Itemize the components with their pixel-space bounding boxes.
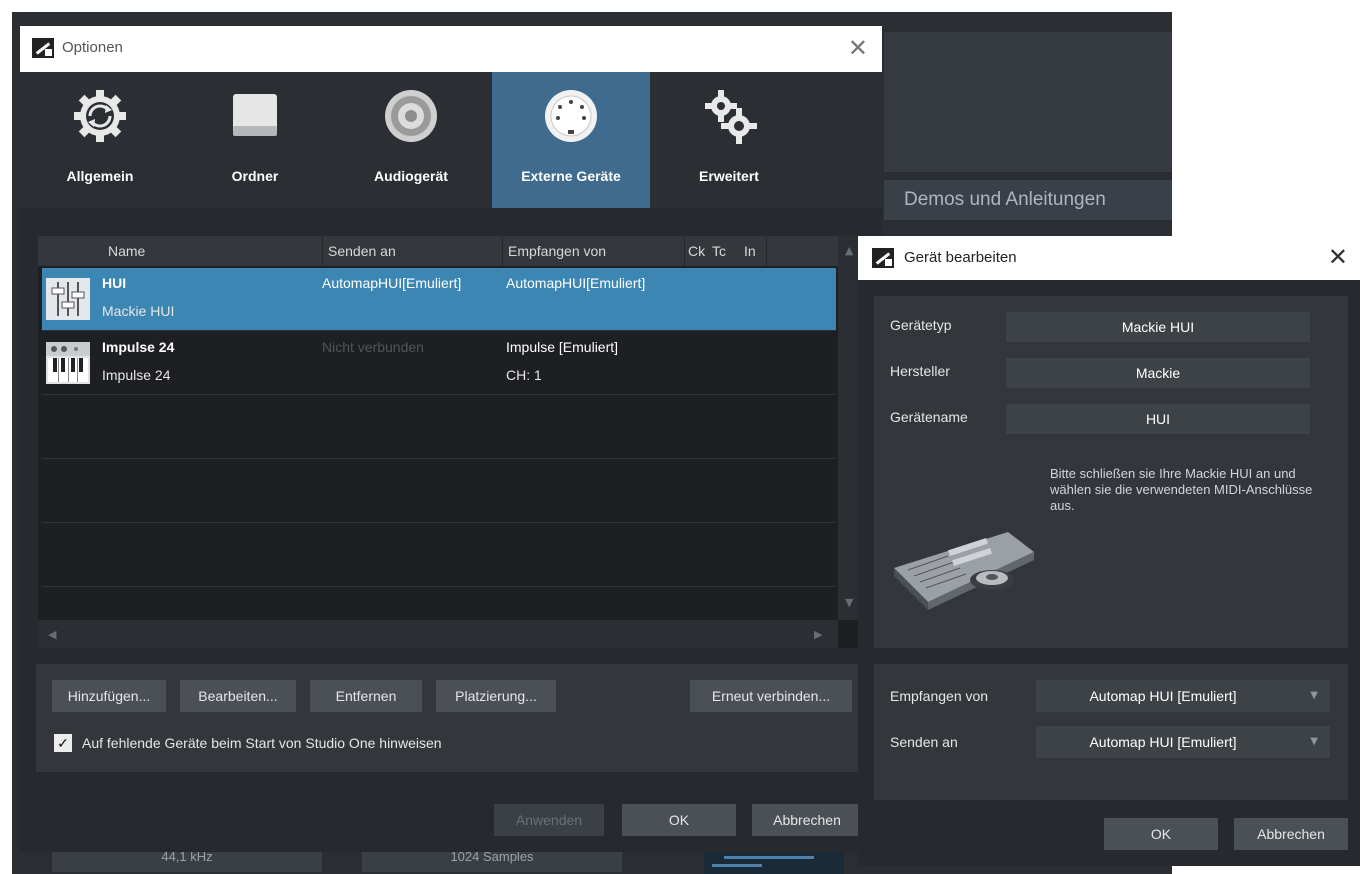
fader-icon [46,278,90,320]
tab-label: Ordner [231,168,279,184]
device-name-label: Gerätename [890,409,968,425]
tab-ordner[interactable]: Ordner [180,72,330,208]
options-tabbar: Allgemein Ordner Audiogerät Externe Gerä… [20,72,882,208]
drive-icon [233,94,277,136]
gears-icon [705,90,757,144]
studio-one-logo-icon [32,38,54,58]
apply-button[interactable]: Anwenden [494,804,604,836]
tab-label: Externe Geräte [521,168,621,184]
scroll-right-icon[interactable]: ▶ [814,628,822,641]
device-name: Impulse 24 [102,339,175,355]
device-send: AutomapHUI[Emuliert] [322,275,462,291]
speaker-icon [385,90,437,142]
receive-from-select[interactable]: Automap HUI [Emuliert] ▼ [1036,680,1330,712]
remove-device-button[interactable]: Entfernen [310,680,422,712]
connection-hint: Bitte schließen sie Ihre Mackie HUI an u… [1050,466,1313,513]
tab-erweitert[interactable]: Erweitert [650,72,808,208]
placement-button[interactable]: Platzierung... [436,680,556,712]
tab-audiogeraet[interactable]: Audiogerät [330,72,492,208]
device-model: Impulse 24 [102,367,171,383]
device-type-field[interactable]: Mackie HUI [1006,312,1310,342]
edit-device-dialog: Gerät bearbeiten ✕ Gerätetyp Mackie HUI … [858,236,1360,866]
edit-titlebar: Gerät bearbeiten ✕ [858,236,1360,280]
device-name-field[interactable]: HUI [1006,404,1310,434]
tab-externe-geraete[interactable]: Externe Geräte [492,72,650,208]
receive-from-label: Empfangen von [890,688,989,704]
device-row-hui[interactable]: HUI Mackie HUI AutomapHUI[Emuliert] Auto… [42,268,836,330]
add-device-button[interactable]: Hinzufügen... [52,680,166,712]
col-receive[interactable]: Empfangen von [508,243,606,259]
close-icon[interactable]: ✕ [848,36,868,60]
device-type-label: Gerätetyp [890,317,952,333]
scroll-left-icon[interactable]: ◀ [48,628,56,641]
midi-port-icon [545,90,597,142]
send-to-label: Senden an [890,734,958,750]
studio-one-logo-icon [872,248,894,268]
gear-refresh-icon [74,90,126,142]
dialog-title: Gerät bearbeiten [904,249,1017,266]
mackie-hui-controller-image [894,532,1034,610]
scroll-up-icon[interactable]: ▲ [845,244,853,257]
device-name: HUI [102,275,127,291]
tab-label: Erweitert [699,168,759,184]
send-to-select[interactable]: Automap HUI [Emuliert] ▼ [1036,726,1330,758]
device-model: Mackie HUI [102,303,175,319]
chevron-down-icon: ▼ [1310,690,1318,701]
notify-missing-checkbox[interactable]: ✓ [54,734,72,752]
col-tc[interactable]: Tc [712,243,726,259]
device-actions-panel: Hinzufügen... Bearbeiten... Entfernen Pl… [36,664,864,772]
reconnect-button[interactable]: Erneut verbinden... [690,680,852,712]
demos-header[interactable]: Demos und Anleitungen [884,180,1172,220]
manufacturer-label: Hersteller [890,363,950,379]
device-send: Nicht verbunden [322,339,424,355]
receive-from-value: Automap HUI [Emuliert] [1089,688,1237,704]
device-receive: AutomapHUI[Emuliert] [506,275,646,291]
horizontal-scrollbar[interactable]: ◀ ▶ [38,620,838,648]
device-properties-panel: Gerätetyp Mackie HUI Hersteller Mackie G… [874,296,1348,648]
keyboard-icon [46,342,90,384]
options-titlebar: Optionen ✕ [20,26,882,72]
ok-button[interactable]: OK [622,804,736,836]
scroll-down-icon[interactable]: ▼ [845,596,853,609]
tab-label: Allgemein [66,168,134,184]
window-title: Optionen [62,39,123,56]
col-in[interactable]: In [744,243,756,259]
background-panel [884,32,1172,172]
options-window: Optionen ✕ Allgemein Ordner Audiogerät E… [20,26,882,852]
tab-label: Audiogerät [374,168,448,184]
dialog-ok-button[interactable]: OK [1104,818,1218,850]
col-name[interactable]: Name [108,243,145,259]
tab-allgemein[interactable]: Allgemein [20,72,180,208]
cancel-button[interactable]: Abbrechen [752,804,862,836]
chevron-down-icon: ▼ [1310,736,1318,747]
send-to-value: Automap HUI [Emuliert] [1089,734,1237,750]
dialog-cancel-button[interactable]: Abbrechen [1234,818,1348,850]
list-header: Name Senden an Empfangen von Ck Tc In [38,236,862,266]
device-row-impulse[interactable]: Impulse 24 Impulse 24 Nicht verbunden Im… [42,332,836,394]
manufacturer-field[interactable]: Mackie [1006,358,1310,388]
midi-ports-panel: Empfangen von Automap HUI [Emuliert] ▼ S… [874,664,1348,800]
device-receive: Impulse [Emuliert] [506,339,619,355]
edit-device-button[interactable]: Bearbeiten... [180,680,296,712]
col-ck[interactable]: Ck [688,243,705,259]
device-receive-channel: CH: 1 [506,367,542,383]
notify-missing-label: Auf fehlende Geräte beim Start von Studi… [82,735,442,751]
col-send[interactable]: Senden an [328,243,396,259]
device-list[interactable]: Name Senden an Empfangen von Ck Tc In HU… [38,236,862,648]
close-icon[interactable]: ✕ [1328,245,1348,269]
